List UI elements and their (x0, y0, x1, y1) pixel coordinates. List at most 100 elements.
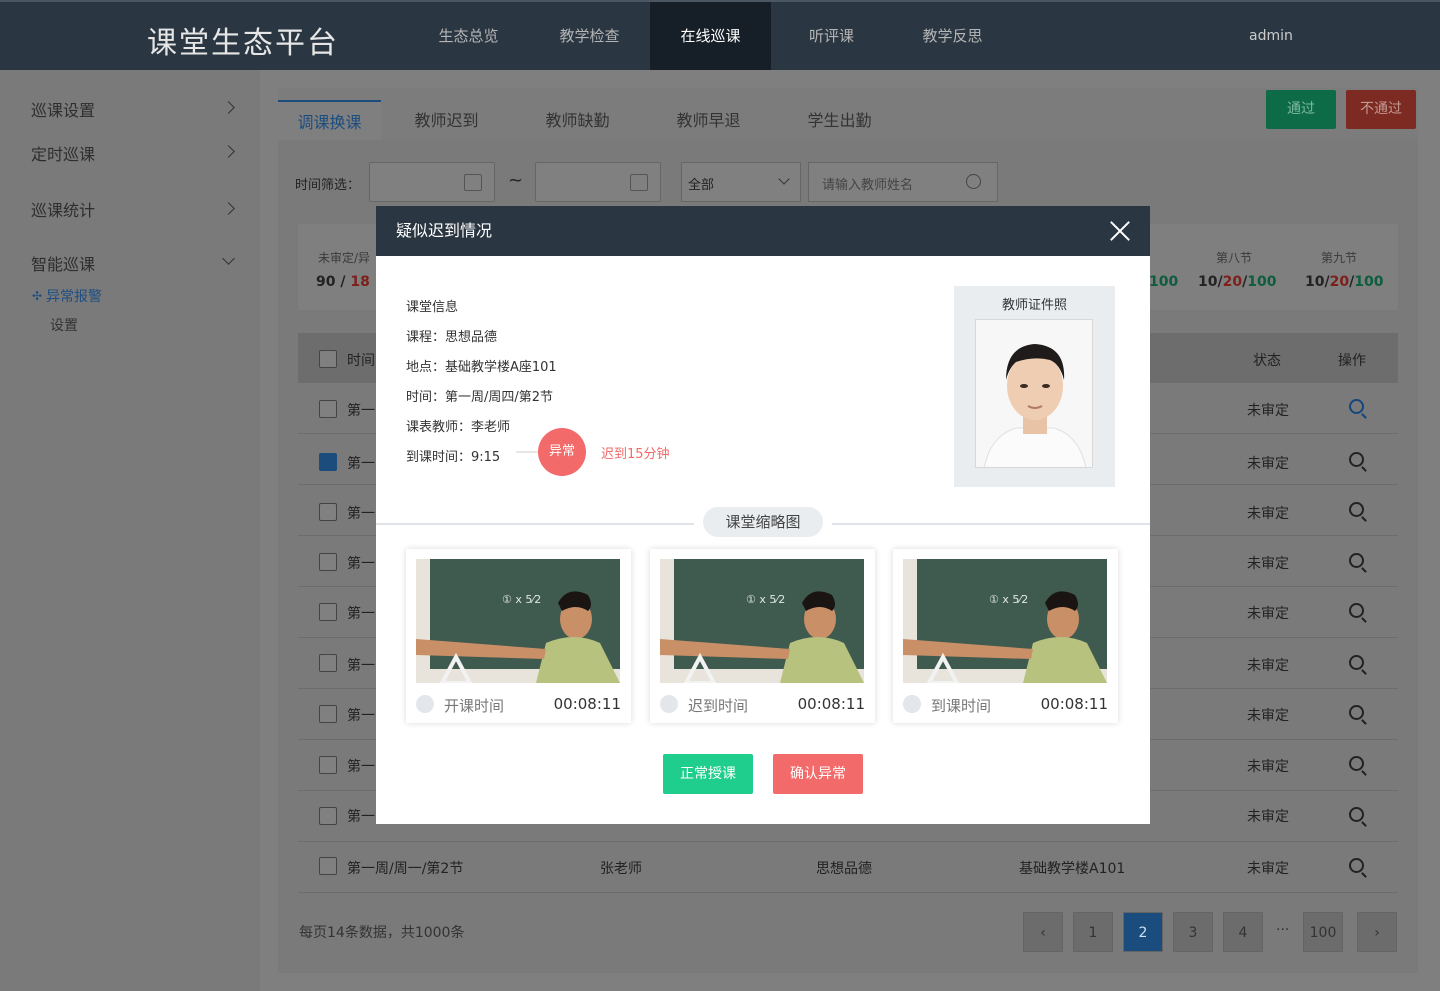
sidebar-item-timed-patrol[interactable]: 定时巡课 (31, 141, 95, 165)
teacher-id-photo (975, 319, 1093, 468)
id-photo-title: 教师证件照 (1001, 298, 1067, 313)
abnormal-badge: 异常 (538, 428, 586, 476)
row-checkbox[interactable] (319, 857, 337, 875)
sidebar-item-settings[interactable]: 设置 (50, 315, 78, 335)
select-all-checkbox[interactable] (319, 350, 337, 368)
row-status: 未审定 (1247, 403, 1289, 419)
sidebar-item-smart-patrol[interactable]: 智能巡课 (31, 251, 95, 275)
table-row[interactable]: 第一周/周一/第2节 张老师 思想品德 基础教学楼A101 未审定 (298, 842, 1398, 893)
tab-teacher-early[interactable]: 教师早退 (643, 100, 774, 140)
start-date-input[interactable] (369, 162, 495, 202)
reject-button[interactable]: 不通过 (1346, 90, 1416, 129)
stat-value-period-9: 10/20/100 (1305, 274, 1384, 290)
sidebar-item-patrol-settings[interactable]: 巡课设置 (31, 97, 95, 121)
row-time: 第一 (347, 403, 375, 419)
normal-teaching-button[interactable]: 正常授课 (663, 754, 753, 794)
next-page-button[interactable]: › (1357, 912, 1397, 952)
row-time: 第一 (347, 759, 375, 775)
page-100[interactable]: 100 (1303, 912, 1343, 952)
status-select[interactable]: 全部 (681, 162, 801, 202)
tab-teacher-absent[interactable]: 教师缺勤 (512, 100, 643, 140)
row-checkbox[interactable] (319, 453, 337, 471)
row-time: 第一 (347, 606, 375, 622)
approve-button[interactable]: 通过 (1266, 90, 1336, 129)
end-date-input[interactable] (535, 162, 661, 202)
thumb-label: 开课时间 (444, 697, 505, 715)
stat-value: 100 (1149, 274, 1179, 290)
search-icon[interactable] (1349, 452, 1364, 467)
row-time: 第一 (347, 658, 375, 674)
top-bar: 课堂生态平台 生态总览 教学检查 在线巡课 听评课 教学反思 admin (0, 0, 1440, 70)
calendar-icon (630, 174, 648, 191)
row-checkbox[interactable] (319, 756, 337, 774)
row-checkbox[interactable] (319, 400, 337, 418)
nav-online-patrol[interactable]: 在线巡课 (650, 2, 771, 70)
user-menu[interactable]: admin (1249, 28, 1293, 44)
row-checkbox[interactable] (319, 654, 337, 672)
nav-reflection[interactable]: 教学反思 (892, 2, 1013, 70)
row-checkbox[interactable] (319, 503, 337, 521)
pagination-summary: 每页14条数据，共1000条 (299, 925, 465, 941)
sidebar-item-patrol-stats[interactable]: 巡课统计 (31, 197, 95, 221)
chevron-down-icon (222, 252, 235, 265)
row-status: 未审定 (1247, 556, 1289, 572)
row-teacher: 张老师 (600, 861, 642, 877)
stat-label-period-8: 第八节 (1216, 251, 1253, 265)
search-icon[interactable] (1349, 705, 1364, 720)
divider-line (376, 523, 694, 525)
column-header-status: 状态 (1253, 353, 1281, 369)
thumbnail-card[interactable]: ① x 5⁄2 开课时间 00:08:11 (406, 549, 631, 723)
tab-bar: 调课换课 教师迟到 教师缺勤 教师早退 学生出勤 (278, 100, 905, 142)
search-icon[interactable] (1349, 553, 1364, 568)
row-status: 未审定 (1247, 606, 1289, 622)
row-place: 基础教学楼A101 (1019, 861, 1126, 877)
row-time: 第一 (347, 809, 375, 825)
row-checkbox[interactable] (319, 807, 337, 825)
late-detail-dialog: 疑似迟到情况 课堂信息 课程：思想品德 地点：基础教学楼A座101 时间：第一周… (376, 206, 1150, 824)
nav-lecture-review[interactable]: 听评课 (771, 2, 892, 70)
row-checkbox[interactable] (319, 603, 337, 621)
prev-page-button[interactable]: ‹ (1023, 912, 1063, 952)
page-3[interactable]: 3 (1173, 912, 1213, 952)
row-checkbox[interactable] (319, 705, 337, 723)
close-icon[interactable] (1110, 221, 1130, 241)
thumb-label: 迟到时间 (688, 697, 749, 715)
status-select-value: 全部 (688, 178, 715, 193)
search-icon[interactable] (1349, 603, 1364, 618)
row-course: 思想品德 (816, 861, 872, 877)
page-4[interactable]: 4 (1223, 912, 1263, 952)
tab-student-attendance[interactable]: 学生出勤 (774, 100, 905, 140)
row-status: 未审定 (1247, 456, 1289, 472)
search-icon[interactable] (1349, 399, 1364, 414)
search-icon[interactable] (1349, 655, 1364, 670)
search-icon[interactable] (966, 174, 981, 189)
page-2[interactable]: 2 (1123, 912, 1163, 952)
sidebar-item-alarm[interactable]: ✣ 异常报警 (32, 286, 102, 306)
search-icon[interactable] (1349, 756, 1364, 771)
confirm-abnormal-button[interactable]: 确认异常 (773, 754, 863, 794)
row-status: 未审定 (1247, 506, 1289, 522)
row-status: 未审定 (1247, 809, 1289, 825)
row-time: 第一 (347, 456, 375, 472)
search-icon[interactable] (1349, 502, 1364, 517)
svg-text:① x 5⁄2: ① x 5⁄2 (746, 593, 785, 606)
clock-icon (416, 695, 434, 713)
chevron-down-icon (778, 173, 790, 185)
search-icon[interactable] (1349, 858, 1364, 873)
nav-inspection[interactable]: 教学检查 (529, 2, 650, 70)
column-header-time: 时间 (347, 353, 375, 369)
sidebar: 巡课设置 定时巡课 巡课统计 智能巡课 ✣ 异常报警 设置 (0, 70, 260, 991)
nav-overview[interactable]: 生态总览 (408, 2, 529, 70)
teacher-search-input[interactable]: 请输入教师姓名 (808, 162, 998, 202)
info-arrive: 到课时间：9:15 (406, 450, 501, 465)
search-icon[interactable] (1349, 807, 1364, 822)
app-logo: 课堂生态平台 (147, 26, 339, 61)
thumbnail-card[interactable]: ① x 5⁄2 到课时间 00:08:11 (893, 549, 1118, 723)
thumbnail-card[interactable]: ① x 5⁄2 迟到时间 00:08:11 (650, 549, 875, 723)
classroom-snapshot: ① x 5⁄2 (416, 559, 620, 683)
row-checkbox[interactable] (319, 553, 337, 571)
tab-teacher-late[interactable]: 教师迟到 (381, 100, 512, 140)
classroom-snapshot: ① x 5⁄2 (660, 559, 864, 683)
page-1[interactable]: 1 (1073, 912, 1113, 952)
tab-class-swap[interactable]: 调课换课 (278, 100, 381, 140)
